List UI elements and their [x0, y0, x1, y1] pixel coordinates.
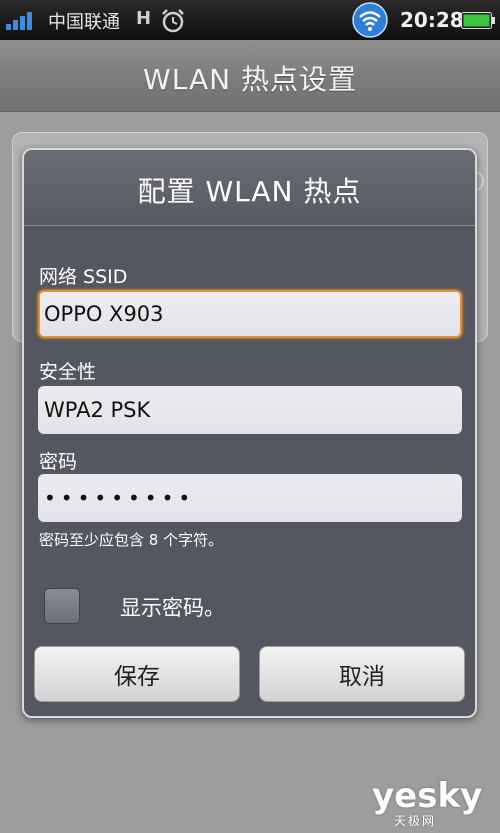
ssid-label: 网络 SSID [39, 266, 128, 288]
password-hint: 密码至少应包含 8 个字符。 [39, 531, 224, 549]
dialog-title: 配置 WLAN 热点 [137, 175, 362, 208]
ssid-input[interactable]: OPPO X903 [38, 290, 462, 338]
cancel-button[interactable]: 取消 [259, 646, 465, 702]
watermark-sub-text: 天极网 [394, 814, 437, 828]
alarm-icon [162, 9, 184, 33]
page-title: WLAN 热点设置 [143, 63, 357, 96]
network-type-icon: H [136, 8, 152, 29]
wifi-hotspot-icon [352, 2, 388, 38]
clock-time: 20:28 [400, 8, 464, 32]
watermark-main-text: yesky [372, 776, 483, 816]
show-password-label[interactable]: 显示密码。 [120, 592, 225, 622]
security-label: 安全性 [39, 361, 97, 383]
configure-hotspot-dialog: 配置 WLAN 热点 网络 SSID OPPO X903 安全性 WPA2 PS… [22, 148, 477, 718]
save-button[interactable]: 保存 [34, 646, 240, 702]
show-password-checkbox[interactable] [44, 588, 80, 624]
battery-icon [461, 12, 495, 29]
dialog-header: 配置 WLAN 热点 [24, 150, 475, 226]
title-bar: WLAN 热点设置 [0, 40, 500, 112]
signal-icon [6, 12, 32, 30]
password-label: 密码 [39, 451, 78, 473]
security-select[interactable]: WPA2 PSK [38, 386, 462, 434]
status-bar: 中国联通 H 20:28 [0, 0, 500, 40]
yesky-watermark-logo: yesky 天极网 [372, 776, 496, 830]
carrier-name: 中国联通 [48, 12, 120, 33]
password-input[interactable]: ••••••••• [38, 474, 462, 522]
